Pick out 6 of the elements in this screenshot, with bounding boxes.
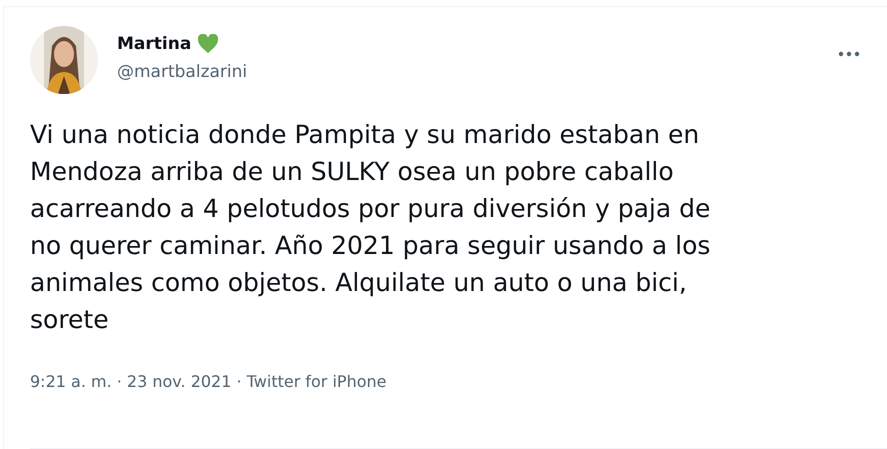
tweet-timestamp[interactable]: 9:21 a. m. · 23 nov. 2021 · Twitter for iPhone — [30, 372, 887, 391]
tweet-text: Vi una noticia donde Pampita y su marido estaban en Mendoza arriba de un SULKY osea un pobre caballo acarreando a 4 pelotudos por pura diversión y paja de no querer caminar. Año 2021 para seguir usando a los animales como objetos. Alquilate un auto o una bici, sorete — [30, 119, 712, 336]
author-handle[interactable]: @martbalzarini — [117, 62, 248, 82]
author-name[interactable]: Martina — [117, 34, 192, 54]
more-icon[interactable] — [838, 51, 860, 57]
heart-icon — [197, 34, 220, 54]
